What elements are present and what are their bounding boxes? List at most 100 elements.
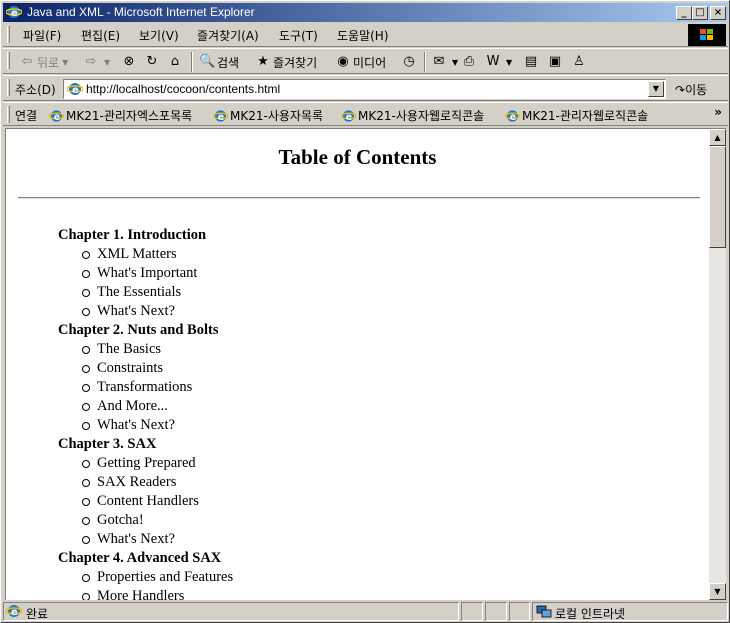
research-button[interactable]: ▣: [547, 52, 565, 72]
section-link[interactable]: And More...: [58, 397, 233, 416]
section-label: What's Next?: [97, 417, 175, 433]
link-item[interactable]: e MK21-관리자웹로직콘솔: [505, 107, 648, 124]
link-item[interactable]: e MK21-사용자목록: [213, 107, 323, 124]
section-link[interactable]: Constraints: [58, 359, 233, 378]
menu-grip[interactable]: [7, 26, 10, 43]
home-button[interactable]: ⌂: [167, 52, 185, 72]
menu-file[interactable]: 파일(F): [23, 27, 61, 44]
history-button[interactable]: ◷: [401, 52, 419, 72]
stop-button[interactable]: ⊗: [121, 52, 139, 72]
svg-text:e: e: [510, 111, 516, 122]
bullet-icon: [82, 460, 90, 468]
chapter-title: Chapter 2. Nuts and Bolts: [58, 322, 219, 338]
edit-dropdown-icon[interactable]: ▼: [506, 58, 512, 67]
mail-icon: ✉: [433, 54, 445, 69]
address-label: 주소(D): [15, 83, 56, 97]
intranet-icon: [536, 605, 552, 618]
page-icon: e: [6, 605, 22, 618]
forward-button[interactable]: ⇨ ▼: [83, 52, 111, 72]
edit-button[interactable]: W ▼: [485, 52, 513, 72]
link-item[interactable]: e MK21-관리자엑스포목록: [49, 107, 192, 124]
section-link[interactable]: What's Next?: [58, 530, 233, 549]
refresh-button[interactable]: ↻: [144, 52, 162, 72]
toolbar-grip[interactable]: [7, 52, 10, 69]
search-button[interactable]: 🔍 검색: [199, 52, 239, 72]
bullet-icon: [82, 308, 90, 316]
section-link[interactable]: Getting Prepared: [58, 454, 233, 473]
status-panel: e 완료: [3, 602, 459, 621]
menu-favorites[interactable]: 즐겨찾기(A): [197, 27, 259, 44]
section-link[interactable]: What's Important: [58, 264, 233, 283]
media-icon: ◉: [337, 54, 349, 69]
scroll-up-button[interactable]: ▲: [709, 129, 726, 146]
chapter-title: Chapter 4. Advanced SAX: [58, 550, 222, 566]
section-link[interactable]: More Handlers: [58, 587, 233, 600]
mail-button[interactable]: ✉ ▼: [431, 52, 459, 72]
bullet-icon: [82, 289, 90, 297]
bullet-icon: [82, 593, 90, 600]
link-label: MK21-사용자목록: [230, 109, 324, 123]
ie-link-icon: e: [505, 109, 520, 122]
section-link[interactable]: The Basics: [58, 340, 233, 359]
back-dropdown-icon[interactable]: ▼: [62, 58, 68, 67]
svg-text:e: e: [11, 607, 18, 618]
favorites-button[interactable]: ★ 즐겨찾기: [255, 52, 317, 72]
messenger-button[interactable]: ♙: [571, 52, 589, 72]
section-link[interactable]: Gotcha!: [58, 511, 233, 530]
scroll-down-button[interactable]: ▼: [709, 583, 726, 600]
maximize-button[interactable]: □: [692, 6, 708, 20]
bullet-icon: [82, 498, 90, 506]
links-grip[interactable]: [7, 106, 10, 123]
close-button[interactable]: ×: [710, 6, 726, 20]
security-zone[interactable]: 로컬 인트라넷: [532, 602, 728, 621]
section-label: SAX Readers: [97, 474, 177, 490]
media-button[interactable]: ◉ 미디어: [335, 52, 386, 72]
ie-link-icon: e: [213, 109, 228, 122]
vertical-scrollbar[interactable]: ▲ ▼: [709, 129, 726, 600]
back-arrow-icon: ⇦: [21, 54, 33, 69]
title-bar[interactable]: e Java and XML - Microsoft Internet Expl…: [3, 3, 728, 22]
menu-help[interactable]: 도움말(H): [337, 27, 389, 44]
research-icon: ▣: [548, 54, 562, 69]
section-label: XML Matters: [97, 246, 177, 262]
section-link[interactable]: Properties and Features: [58, 568, 233, 587]
section-link[interactable]: What's Next?: [58, 302, 233, 321]
svg-text:e: e: [218, 111, 224, 122]
svg-text:e: e: [72, 85, 79, 96]
scroll-thumb[interactable]: [709, 146, 726, 248]
bullet-icon: [82, 574, 90, 582]
links-more-icon[interactable]: »: [714, 105, 722, 119]
section-label: Properties and Features: [97, 569, 234, 585]
link-label: MK21-사용자웹로직콘솔: [358, 109, 485, 123]
menu-view[interactable]: 보기(V): [139, 27, 179, 44]
address-input[interactable]: e http://localhost/cocoon/contents.html …: [63, 79, 666, 99]
windows-logo: [688, 24, 726, 46]
discuss-button[interactable]: ▤: [523, 52, 541, 72]
media-label: 미디어: [353, 55, 387, 70]
section-link[interactable]: XML Matters: [58, 245, 233, 264]
print-button[interactable]: ⎙: [461, 52, 479, 72]
menu-tools[interactable]: 도구(T): [279, 27, 318, 44]
mail-dropdown-icon[interactable]: ▼: [452, 58, 458, 67]
section-link[interactable]: The Essentials: [58, 283, 233, 302]
svg-text:e: e: [346, 111, 352, 122]
go-button[interactable]: ↷이동: [675, 81, 707, 98]
section-link[interactable]: SAX Readers: [58, 473, 233, 492]
section-link[interactable]: Transformations: [58, 378, 233, 397]
forward-dropdown-icon[interactable]: ▼: [104, 58, 110, 67]
section-label: Gotcha!: [97, 512, 144, 528]
section-link[interactable]: Content Handlers: [58, 492, 233, 511]
section-label: Constraints: [97, 360, 164, 376]
back-button[interactable]: ⇦ 뒤로 ▼: [19, 52, 69, 72]
address-dropdown-icon[interactable]: ▼: [648, 81, 664, 97]
minimize-button[interactable]: _: [676, 6, 692, 20]
address-grip[interactable]: [7, 79, 10, 96]
section-label: Transformations: [97, 379, 193, 395]
menu-edit[interactable]: 편집(E): [81, 27, 120, 44]
browser-window: e Java and XML - Microsoft Internet Expl…: [0, 0, 730, 623]
link-item[interactable]: e MK21-사용자웹로직콘솔: [341, 107, 484, 124]
page-title: Table of Contents: [278, 145, 437, 169]
bullet-icon: [82, 536, 90, 544]
bullet-icon: [82, 479, 90, 487]
section-link[interactable]: What's Next?: [58, 416, 233, 435]
